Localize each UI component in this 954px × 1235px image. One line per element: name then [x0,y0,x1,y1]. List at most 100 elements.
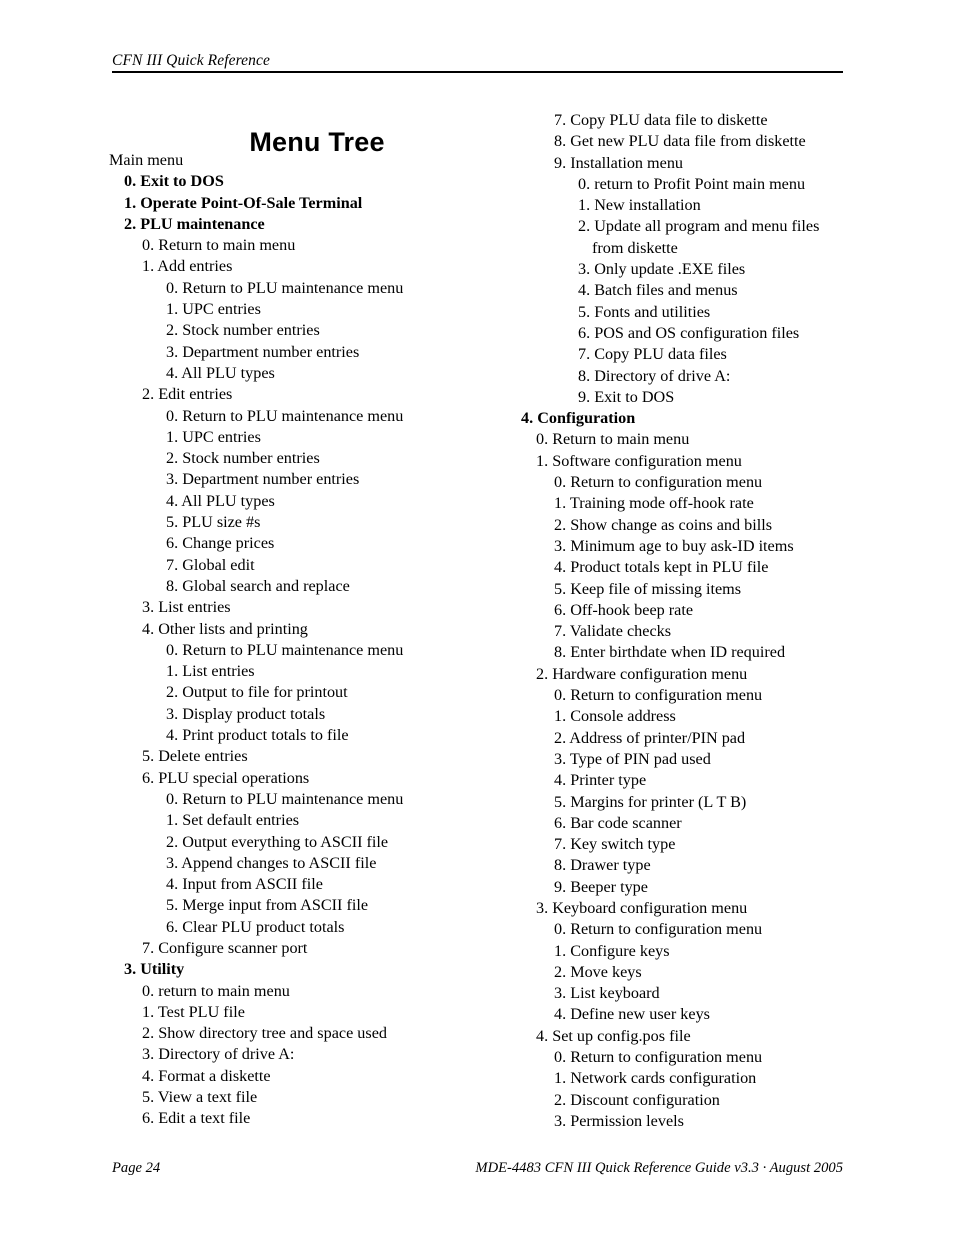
menu-tree-item: 4. Define new user keys [554,1005,710,1024]
menu-tree-item: 1. Console address [554,707,676,726]
menu-tree-item: 0. Return to main menu [142,236,296,255]
menu-tree-item: 2. Hardware configuration menu [536,664,748,683]
menu-tree-item: 1. Add entries [142,257,233,276]
menu-tree-item: 2. Stock number entries [166,321,320,340]
menu-tree-item: 0. Return to PLU maintenance menu [166,406,404,425]
menu-tree-item: 6. Change prices [166,534,275,553]
menu-tree-item: 5. View a text file [142,1088,258,1107]
menu-tree-item: 5. Merge input from ASCII file [166,896,369,915]
menu-tree-item: 8. Drawer type [554,856,651,875]
menu-tree-item: 6. Bar code scanner [554,813,682,832]
menu-tree-item: 8. Global search and replace [166,576,350,595]
menu-tree-right-list: 7. Copy PLU data file to diskette 8. Get … [521,110,941,1132]
menu-tree-item: 3. Append changes to ASCII file [166,853,377,872]
menu-tree-item: 5. Fonts and utilities [578,302,711,321]
menu-tree-item: 3. List entries [142,598,231,617]
menu-tree-item: 1. Test PLU file [142,1002,245,1021]
menu-tree-item: 0. Return to PLU maintenance menu [166,640,404,659]
menu-tree-item: 2. Show change as coins and bills [554,515,773,534]
menu-tree-item: 2. PLU maintenance [124,214,265,233]
menu-tree-item: 1. Training mode off-hook rate [554,494,754,513]
menu-tree-item: 4. Printer type [554,771,647,790]
menu-tree-item: 0. Return to configuration menu [554,920,763,939]
menu-tree-item: 8. Directory of drive A: [578,366,731,385]
menu-tree-item: 3. List keyboard [554,984,660,1003]
menu-tree-item: 2. Output to file for printout [166,683,348,702]
menu-tree-item: 2. Update all program and menu files [578,217,820,236]
menu-tree-item: 4. All PLU types [166,491,275,510]
page-footer: Page 24 MDE-4483 CFN III Quick Reference… [112,1159,843,1179]
menu-tree-item: 7. Configure scanner port [142,938,308,957]
header-rule [112,71,843,73]
menu-tree-item: 4. Configuration [521,409,636,428]
page-number: Page 24 [112,1160,161,1176]
menu-tree-item: 0. return to main menu [142,981,290,1000]
menu-tree-item: 3. Only update .EXE files [578,260,746,279]
menu-tree-item: 2. Edit entries [142,385,233,404]
menu-tree-item: 1. Set default entries [166,811,300,830]
menu-tree-item: 5. Delete entries [142,747,248,766]
menu-tree-item: 9. Installation menu [554,153,684,172]
menu-tree-item: 6. Edit a text file [142,1109,251,1128]
menu-tree-item: 4. Input from ASCII file [166,875,323,894]
menu-tree-item: 2. Output everything to ASCII file [166,832,389,851]
menu-tree-item: 6. POS and OS configuration files [578,323,800,342]
menu-tree-item: 5. Margins for printer (L T B) [554,792,747,811]
menu-tree-item: 1. List entries [166,662,255,681]
menu-tree-item: 0. Return to PLU maintenance menu [166,789,404,808]
menu-tree-item: 0. Return to configuration menu [554,473,763,492]
menu-tree-item: 7. Copy PLU data file to diskette [554,111,768,129]
menu-tree-item: 1. New installation [578,196,701,215]
menu-tree-item: 8. Get new PLU data file from diskette [554,132,806,151]
menu-tree-item: 5. PLU size #s [166,513,261,532]
page-header: CFN III Quick Reference [112,52,843,74]
menu-tree-item: 5. Keep file of missing items [554,579,742,598]
menu-tree-item: 3. Directory of drive A: [142,1045,295,1064]
menu-tree-item: 7. Key switch type [554,835,676,854]
menu-tree-item: 1. Operate Point-Of-Sale Terminal [124,193,363,212]
menu-tree-left-column: Main menu 0. Exit to DOS 1. Operate Point-… [109,150,524,1130]
menu-tree-item: 2. Stock number entries [166,449,320,468]
menu-tree-item: 3. Department number entries [166,470,360,489]
menu-tree-item: 4. Format a diskette [142,1066,271,1085]
menu-tree-item: 3. Permission levels [554,1111,684,1130]
menu-tree-item: 4. Batch files and menus [578,281,738,300]
menu-tree-item: 0. Return to PLU maintenance menu [166,278,404,297]
menu-tree-item: 6. Off-hook beep rate [554,600,694,619]
menu-tree-item: 0. Exit to DOS [124,172,224,191]
menu-tree-item: 7. Validate checks [554,622,672,641]
menu-tree-item: 4. Other lists and printing [142,619,308,638]
menu-tree-item: 2. Move keys [554,962,642,981]
menu-tree-item: 1. Configure keys [554,941,670,960]
menu-tree-item: 3. Keyboard configuration menu [536,898,748,917]
menu-tree-item: 8. Enter birthdate when ID required [554,643,786,662]
menu-tree-right-column: 7. Copy PLU data file to diskette 8. Get … [521,110,941,1132]
menu-tree-item: 3. Type of PIN pad used [554,749,711,768]
menu-tree-item: 6. Clear PLU product totals [166,917,345,936]
menu-tree-item: 9. Exit to DOS [578,387,675,406]
menu-tree-item: 4. Set up config.pos file [536,1026,691,1045]
menu-tree-item: 1. Network cards configuration [554,1069,757,1088]
menu-tree-item: 3. Minimum age to buy ask-ID items [554,536,794,555]
menu-tree-item: 2. Show directory tree and space used [142,1024,387,1043]
menu-tree-item: 1. UPC entries [166,300,261,319]
document-reference: MDE-4483 CFN III Quick Reference Guide v… [475,1160,843,1176]
menu-tree-item: 4. Product totals kept in PLU file [554,558,769,577]
running-head: CFN III Quick Reference [112,52,270,69]
menu-tree-item: 2. Discount configuration [554,1090,720,1109]
menu-tree-item: 7. Copy PLU data files [578,345,727,364]
menu-tree-item: 3. Display product totals [166,704,326,723]
menu-tree-item: 9. Beeper type [554,877,648,896]
menu-tree-item: 0. return to Profit Point main menu [578,174,806,193]
menu-tree-item: 1. Software configuration menu [536,451,742,470]
menu-tree-item: 7. Global edit [166,555,255,574]
menu-tree-item: 3. Utility [124,960,185,979]
menu-tree-item: 6. PLU special operations [142,768,310,787]
menu-tree-item: from diskette [592,238,678,257]
menu-tree-item: 4. Print product totals to file [166,726,349,745]
menu-tree-left-list: Main menu 0. Exit to DOS 1. Operate Point-… [109,150,524,1130]
menu-tree-item: 1. UPC entries [166,427,261,446]
menu-tree-item: 0. Return to configuration menu [554,1048,763,1067]
menu-tree-item: 0. Return to configuration menu [554,686,763,705]
menu-tree-item: 3. Department number entries [166,342,360,361]
